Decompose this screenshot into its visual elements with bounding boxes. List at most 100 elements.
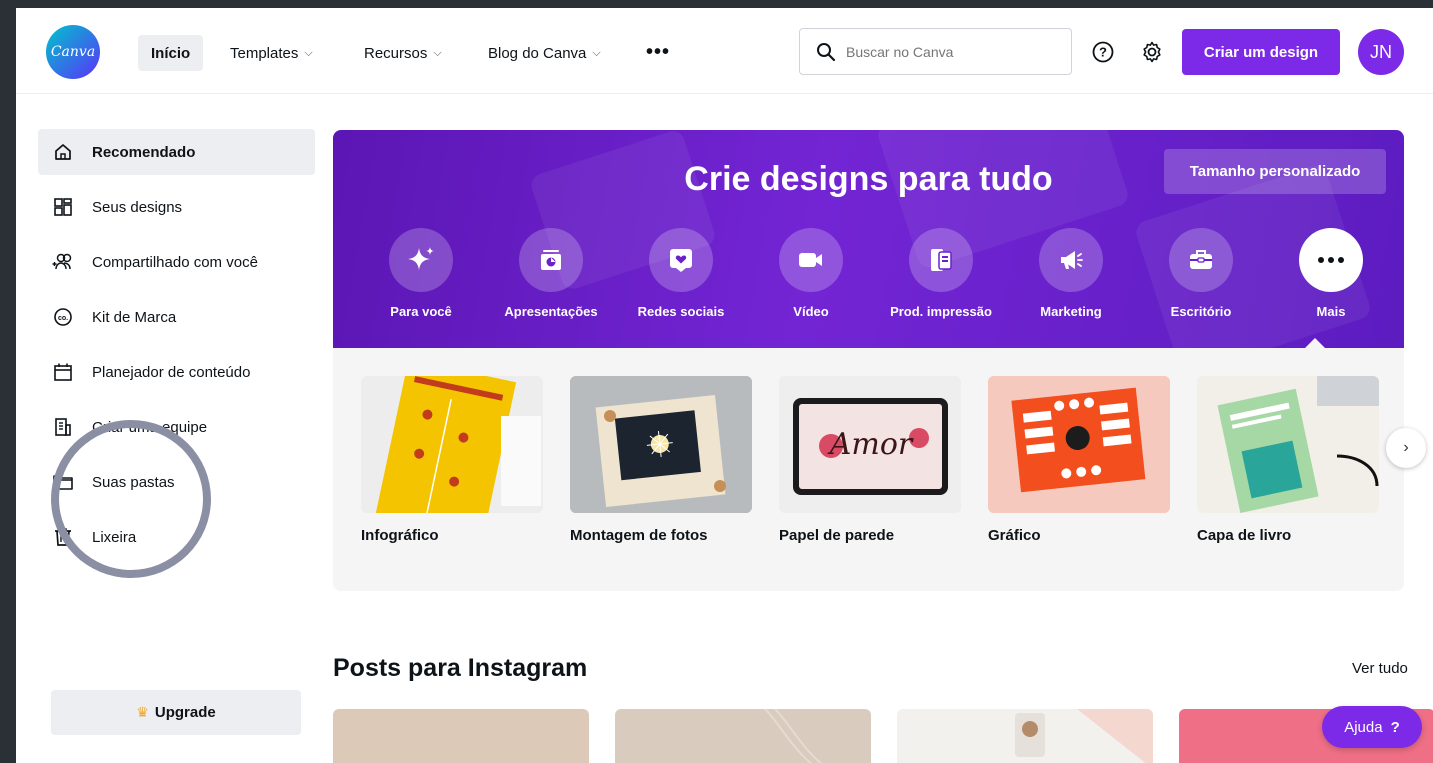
sparkle-icon <box>389 228 453 292</box>
category-social-media[interactable]: Redes sociais <box>616 228 746 319</box>
svg-text:co.: co. <box>58 315 68 322</box>
search-box[interactable] <box>799 28 1072 75</box>
template-label: Montagem de fotos <box>570 527 708 544</box>
more-icon <box>1299 228 1363 292</box>
help-button[interactable]: Ajuda? <box>1322 706 1422 748</box>
avatar[interactable]: JN <box>1358 29 1404 75</box>
book-cover-thumbnail <box>1197 376 1379 513</box>
svg-text:?: ? <box>1099 45 1107 60</box>
sidebar-item-folders[interactable]: Suas pastas <box>38 459 315 505</box>
video-icon <box>779 228 843 292</box>
sidebar-item-shared[interactable]: Compartilhado com você <box>38 239 315 285</box>
trash-icon <box>52 526 74 548</box>
upgrade-button[interactable]: ♛ Upgrade <box>51 690 301 735</box>
category-more[interactable]: Mais <box>1266 228 1396 319</box>
instagram-post-card[interactable] <box>897 709 1153 763</box>
gear-icon[interactable] <box>1140 40 1164 64</box>
sidebar-item-label: Kit de Marca <box>92 308 177 326</box>
shared-users-icon <box>52 251 74 273</box>
more-menu-icon[interactable]: ••• <box>646 41 670 64</box>
brand-kit-icon: co. <box>52 306 74 328</box>
sidebar-item-your-designs[interactable]: Seus designs <box>38 184 315 230</box>
upgrade-label: Upgrade <box>154 704 216 721</box>
nav-resources-label: Recursos <box>364 44 428 62</box>
sidebar-item-label: Lixeira <box>92 528 137 546</box>
category-label: Prod. impressão <box>890 304 992 319</box>
sidebar-item-brand-kit[interactable]: co. Kit de Marca <box>38 294 315 340</box>
category-label: Marketing <box>1040 304 1102 319</box>
hero-banner: Crie designs para tudo Tamanho personali… <box>333 130 1404 348</box>
nav-blog-label: Blog do Canva <box>488 44 587 62</box>
grid-icon <box>52 196 74 218</box>
sidebar-item-planner[interactable]: Planejador de conteúdo <box>38 349 315 395</box>
template-card-photo-collage[interactable]: Montagem de fotos <box>570 376 752 544</box>
sidebar-item-label: Seus designs <box>92 198 183 216</box>
create-design-button[interactable]: Criar um design <box>1182 29 1340 75</box>
category-label: Apresentações <box>504 304 598 319</box>
sidebar-item-label: Criar uma equipe <box>92 418 208 436</box>
sidebar-item-recommended[interactable]: Recomendado <box>38 129 315 175</box>
selection-caret <box>1303 338 1327 348</box>
template-card-chart[interactable]: Gráfico <box>988 376 1170 544</box>
wallpaper-thumb-text: Amor <box>827 427 914 462</box>
app-window: Canva Início Templates ⌵ Recursos ⌵ Blog d… <box>16 8 1433 763</box>
instagram-post-card[interactable] <box>333 709 589 763</box>
category-label: Mais <box>1316 304 1346 319</box>
megaphone-icon <box>1039 228 1103 292</box>
sidebar-item-label: Recomendado <box>92 143 196 161</box>
help-question-icon: ? <box>1390 718 1400 736</box>
sidebar-item-label: Suas pastas <box>92 473 175 491</box>
home-icon <box>52 141 74 163</box>
template-label: Papel de parede <box>779 527 895 544</box>
nav-templates-label: Templates <box>230 44 299 62</box>
heart-icon <box>649 228 713 292</box>
calendar-icon <box>52 361 74 383</box>
help-label: Ajuda <box>1344 718 1383 736</box>
category-office[interactable]: Escritório <box>1136 228 1266 319</box>
category-label: Escritório <box>1170 304 1232 319</box>
template-card-book-cover[interactable]: Capa de livro <box>1197 376 1379 544</box>
category-label: Redes sociais <box>637 304 725 319</box>
chevron-down-icon: ⌵ <box>433 46 442 59</box>
chevron-down-icon: ⌵ <box>304 46 313 59</box>
nav-home-label: Início <box>151 44 191 62</box>
templates-panel: Infográfico Montagem de fotos Amor Papel… <box>333 348 1404 591</box>
chevron-right-icon[interactable]: › <box>1386 428 1426 468</box>
search-icon <box>817 42 836 61</box>
chevron-down-icon: ⌵ <box>592 46 601 59</box>
category-marketing[interactable]: Marketing <box>1006 228 1136 319</box>
search-input[interactable] <box>846 43 1046 60</box>
folder-icon <box>52 471 74 493</box>
sidebar-item-team[interactable]: Criar uma equipe <box>38 404 315 450</box>
sidebar-item-label: Compartilhado com você <box>92 253 258 271</box>
chart-thumbnail <box>988 376 1170 513</box>
category-label: Para você <box>390 304 452 319</box>
photo-collage-thumbnail <box>570 376 752 513</box>
wallpaper-thumbnail: Amor <box>779 376 961 513</box>
see-all-link[interactable]: Ver tudo <box>1352 660 1408 677</box>
nav-resources[interactable]: Recursos ⌵ <box>364 35 442 71</box>
custom-size-button[interactable]: Tamanho personalizado <box>1164 149 1386 194</box>
template-card-infographic[interactable]: Infográfico <box>361 376 543 544</box>
category-presentations[interactable]: Apresentações <box>486 228 616 319</box>
category-print[interactable]: Prod. impressão <box>876 228 1006 319</box>
help-icon[interactable]: ? <box>1092 41 1114 63</box>
nav-templates[interactable]: Templates ⌵ <box>230 35 313 71</box>
category-video[interactable]: Vídeo <box>746 228 876 319</box>
canva-logo[interactable]: Canva <box>46 25 100 79</box>
sidebar-item-trash[interactable]: Lixeira <box>38 514 315 560</box>
briefcase-icon <box>1169 228 1233 292</box>
top-navigation: Canva Início Templates ⌵ Recursos ⌵ Blog d… <box>16 8 1433 94</box>
category-label: Vídeo <box>793 304 829 319</box>
nav-blog[interactable]: Blog do Canva ⌵ <box>488 35 601 71</box>
template-card-wallpaper[interactable]: Amor Papel de parede <box>779 376 961 544</box>
category-for-you[interactable]: Para você <box>356 228 486 319</box>
nav-home[interactable]: Início <box>138 35 204 71</box>
team-icon <box>52 416 74 438</box>
infographic-thumbnail <box>361 376 543 513</box>
print-icon <box>909 228 973 292</box>
template-label: Infográfico <box>361 527 439 544</box>
instagram-post-card[interactable] <box>615 709 871 763</box>
sidebar-item-label: Planejador de conteúdo <box>92 363 251 381</box>
presentation-icon <box>519 228 583 292</box>
